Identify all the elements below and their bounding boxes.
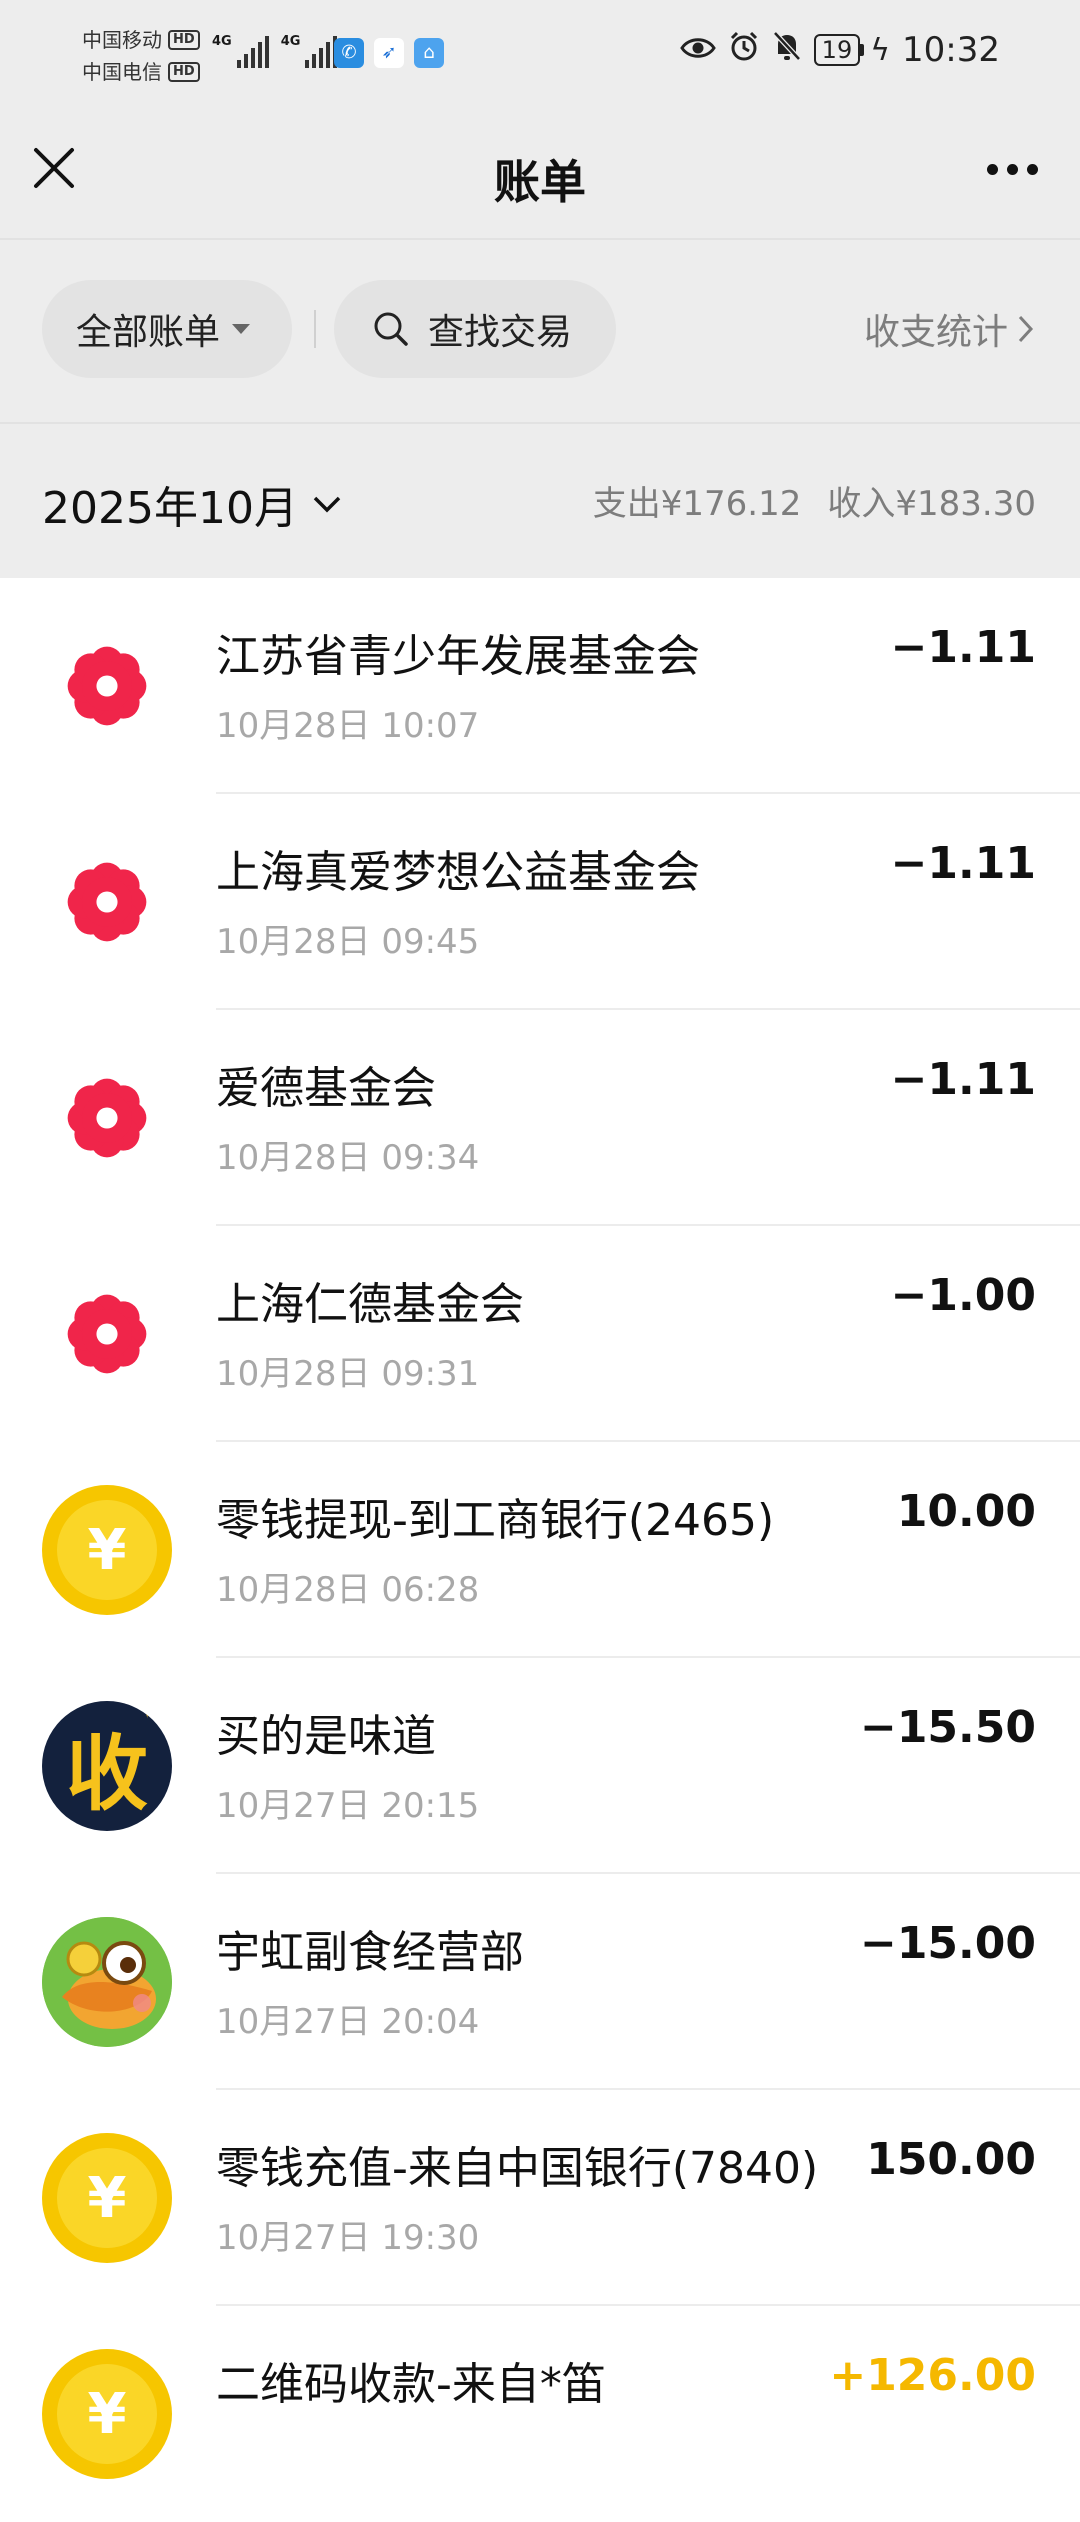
transaction-row[interactable]: ¥ 二维码收款-来自*笛 +126.00 [0,2306,1080,2522]
month-label: 2025年10月 [42,483,298,534]
month-totals: 支出¥176.12 收入¥183.30 [593,476,1036,525]
network-type: 4G [280,34,301,49]
page-title: 账单 [494,155,586,209]
transaction-amount: −1.11 [890,838,1036,889]
divider [0,238,1080,240]
transaction-name: 上海真爱梦想公益基金会 [216,847,700,898]
transaction-list: 江苏省青少年发展基金会 10月28日 10:07 −1.11 上海真爱梦想公益基… [0,578,1080,2522]
income-expense-stats-link[interactable]: 收支统计 [864,280,1036,378]
transaction-row[interactable]: 上海仁德基金会 10月28日 09:31 −1.00 [0,1226,1080,1442]
carrier-info: 中国移动 HD 中国电信 HD [82,24,200,88]
transaction-amount: −1.11 [890,622,1036,673]
transaction-amount: 150.00 [866,2134,1036,2185]
battery-indicator: 19 [813,34,865,66]
caret-down-icon [232,324,251,334]
nav-bar: 账单 [0,110,1080,238]
transaction-time: 10月27日 20:04 [216,2002,480,2042]
transaction-time: 10月28日 09:31 [216,1354,480,1394]
battery-level: 19 [813,34,861,66]
red-flower-icon [42,621,172,751]
hd-badge: HD [168,62,200,82]
transaction-row[interactable]: 江苏省青少年发展基金会 10月28日 10:07 −1.11 [0,578,1080,794]
transaction-time: 10月27日 19:30 [216,2218,480,2258]
more-button[interactable] [987,164,1038,175]
collect-money-icon: 收 [42,1701,172,1831]
all-bills-label: 全部账单 [76,312,221,353]
hd-badge: HD [168,30,200,50]
transaction-row[interactable]: 宇虹副食经营部 10月27日 20:04 −15.00 [0,1874,1080,2090]
transaction-amount: −1.00 [890,1270,1036,1321]
notification-icons: ✆ ➶ ⌂ [334,38,444,68]
signal-indicators: 4G 4G [212,34,338,68]
red-flower-icon [42,1269,172,1399]
search-label: 查找交易 [428,312,573,353]
transaction-amount: 10.00 [896,1486,1036,1537]
transaction-time: 10月28日 06:28 [216,1570,480,1610]
transaction-time: 10月28日 09:45 [216,922,480,962]
all-bills-dropdown[interactable]: 全部账单 [42,280,292,378]
tower-notification-icon: ⌂ [414,38,444,68]
transaction-row[interactable]: 上海真爱梦想公益基金会 10月28日 09:45 −1.11 [0,794,1080,1010]
transaction-amount: −15.00 [859,1918,1036,1969]
transaction-name: 零钱充值-来自中国银行(7840) [216,2143,819,2194]
mute-icon [772,30,802,70]
carrier-1: 中国移动 [82,28,162,52]
collect-money-glyph: 收 [66,1701,158,1826]
transaction-name: 爱德基金会 [216,1063,436,1114]
more-icon-dot [1007,164,1018,175]
transaction-amount: −15.50 [859,1702,1036,1753]
yuan-coin-icon: ¥ [42,2133,172,2263]
chevron-down-icon [313,496,341,513]
transaction-time: 10月28日 09:34 [216,1138,480,1178]
more-icon-dot [987,164,998,175]
eye-icon [679,31,716,69]
search-icon [374,312,408,346]
transaction-name: 江苏省青少年发展基金会 [216,631,700,682]
transaction-name: 二维码收款-来自*笛 [216,2359,606,2410]
network-type: 4G [212,34,232,49]
yuan-coin-icon: ¥ [42,1485,172,1615]
transaction-amount: +126.00 [829,2350,1036,2401]
status-bar: 中国移动 HD 中国电信 HD 4G 4G ✆ ➶ ⌂ 19 ϟ 10:32 [0,0,1080,110]
carrier-2: 中国电信 [82,60,162,84]
transaction-row[interactable]: 收 买的是味道 10月27日 20:15 −15.50 [0,1658,1080,1874]
signal-icon: 4G [212,34,269,68]
transaction-time: 10月28日 10:07 [216,706,480,746]
transaction-amount: −1.11 [890,1054,1036,1105]
expense-total: 支出¥176.12 [592,484,802,524]
divider [314,310,316,348]
signal-icon: 4G [281,34,338,68]
bird-notification-icon: ➶ [374,38,404,68]
transaction-row[interactable]: ¥ 零钱提现-到工商银行(2465) 10月28日 06:28 10.00 [0,1442,1080,1658]
chevron-right-icon [1018,315,1034,343]
transaction-name: 上海仁德基金会 [216,1279,524,1330]
stats-label: 收支统计 [863,312,1008,353]
status-right: 19 ϟ 10:32 [679,30,1000,70]
red-flower-icon [42,1053,172,1183]
transaction-row[interactable]: 爱德基金会 10月28日 09:34 −1.11 [0,1010,1080,1226]
more-icon-dot [1027,164,1038,175]
app-notification-icon: ✆ [334,38,364,68]
transaction-time: 10月27日 20:15 [216,1786,480,1826]
cartoon-bird-avatar [42,1917,172,2047]
yuan-coin-icon: ¥ [42,2349,172,2479]
month-picker[interactable]: 2025年10月 [42,472,342,536]
income-total: 收入¥183.30 [827,484,1036,524]
month-summary-row: 2025年10月 支出¥176.12 收入¥183.30 [0,424,1080,578]
transaction-name: 宇虹副食经营部 [216,1927,524,1978]
charging-icon: ϟ [870,32,891,68]
red-flower-icon [42,837,172,967]
transaction-name: 零钱提现-到工商银行(2465) [216,1495,775,1546]
filter-row: 全部账单 查找交易 收支统计 [0,280,1080,378]
alarm-icon [728,30,760,70]
transaction-row[interactable]: ¥ 零钱充值-来自中国银行(7840) 10月27日 19:30 150.00 [0,2090,1080,2306]
clock: 10:32 [902,30,1000,70]
transaction-name: 买的是味道 [216,1711,436,1762]
search-transactions-button[interactable]: 查找交易 [334,280,616,378]
